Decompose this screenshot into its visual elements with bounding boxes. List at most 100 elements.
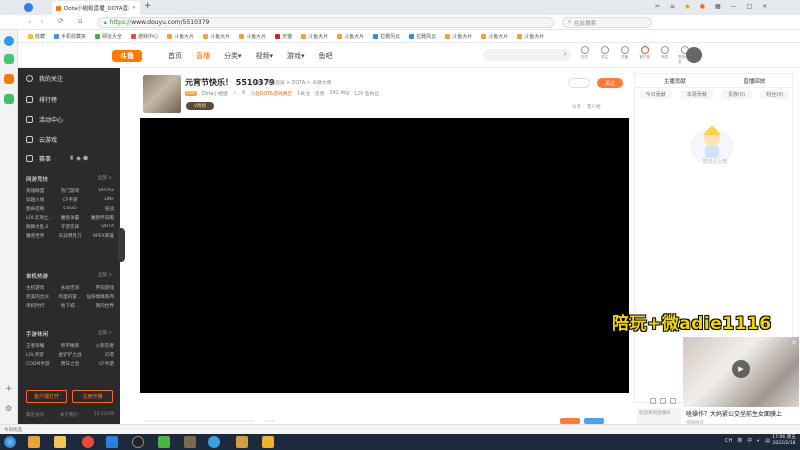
broadcast-icon[interactable]: 开播 [618, 46, 631, 65]
site-search-input[interactable]: ⌕ [483, 49, 571, 61]
back-icon[interactable]: ‹ [28, 17, 31, 26]
bookmark-item[interactable]: 斗鱼大片 [167, 33, 194, 40]
tray-lang[interactable]: CH [725, 438, 732, 444]
home-icon[interactable]: ⌂ [78, 17, 82, 25]
game-link[interactable]: 主机游戏 [26, 285, 55, 291]
game-link[interactable]: CODM手游 [26, 361, 55, 367]
nav-category[interactable]: 分类▾ [224, 51, 242, 61]
game-link[interactable]: 守望先锋 [55, 224, 84, 230]
game-link[interactable]: 热门游戏 [55, 188, 84, 194]
game-link[interactable]: 魔兽怀旧服 [85, 215, 114, 221]
game-link[interactable]: 金铲铲之战 [55, 352, 84, 358]
music-app-icon[interactable] [82, 436, 94, 448]
add-icon[interactable]: + [5, 384, 13, 394]
forward-icon[interactable]: › [40, 17, 43, 26]
game-link[interactable]: DOTA [85, 224, 114, 230]
share-button[interactable] [568, 78, 590, 88]
bookmark-item[interactable]: 拉雅风云 [373, 33, 400, 40]
shield-icon[interactable]: ◆ [685, 3, 690, 10]
game-icon[interactable] [4, 74, 14, 84]
game-link[interactable]: 完美的合伙 [26, 294, 55, 300]
game-link[interactable]: CF手游 [55, 197, 84, 203]
browser-tab-active[interactable]: Dota小姐姐直播_DOTA直播 ✕ [52, 1, 140, 15]
anchor-name[interactable]: Dota小姐姐 [202, 90, 228, 97]
user-avatar[interactable] [686, 47, 702, 63]
start-broadcast-button[interactable]: 注册开播 [72, 390, 113, 403]
files-app-icon[interactable] [54, 436, 66, 448]
message-icon[interactable]: 消息 [658, 46, 671, 65]
start-button-icon[interactable] [4, 436, 16, 448]
cut-icon[interactable]: ✂ [655, 3, 660, 10]
refresh-icon[interactable]: ⟳ [58, 17, 64, 25]
status-text[interactable]: 今日优选 [4, 427, 22, 433]
game-link[interactable]: APEX英雄 [85, 233, 114, 239]
bookmark-item[interactable]: 斗鱼大片 [481, 33, 508, 40]
game-link[interactable]: LOL手游 [26, 352, 55, 358]
game-link[interactable]: 魔兽世界 [26, 233, 55, 239]
follow-button[interactable]: 关注 [597, 78, 623, 88]
video-app-icon[interactable] [106, 436, 118, 448]
game-link[interactable]: CF手游 [85, 361, 114, 367]
close-icon[interactable]: ✕ [791, 339, 797, 347]
bookmark-item[interactable]: 游戏中心 [131, 33, 158, 40]
tab-week[interactable]: 本周贡献 [680, 90, 713, 99]
game-link[interactable]: 仙侠情缘系列 [85, 294, 114, 300]
game-link[interactable]: 魔兽争霸 [55, 215, 84, 221]
expand-icon[interactable] [670, 398, 676, 404]
client-icon[interactable]: 客户端 [638, 46, 651, 65]
bookmark-item[interactable]: 斗鱼大片 [445, 33, 472, 40]
game-link[interactable]: 逆战 [85, 206, 114, 212]
game-link[interactable]: 王者荣耀 [26, 343, 55, 349]
douyu-logo[interactable]: 斗鱼 [112, 50, 142, 62]
side-collapse-handle[interactable] [118, 228, 125, 262]
game-link[interactable]: 和平精英 [55, 343, 84, 349]
game-link[interactable]: 火影忍者 [85, 343, 114, 349]
nav-live[interactable]: 直播 [196, 51, 210, 61]
nav-fishbar[interactable]: 鱼吧 [319, 51, 333, 61]
question-app-icon[interactable] [262, 436, 274, 448]
tray-ime[interactable]: 英 [737, 437, 742, 444]
browser-logo-icon[interactable] [24, 3, 33, 12]
bookmark-item[interactable]: 拉雅风云 [409, 33, 436, 40]
nav-video[interactable]: 视频▾ [256, 51, 274, 61]
address-bar[interactable]: 🔒︎ https:// www.douyu.com/5510379 [97, 17, 554, 28]
tray-ime2[interactable]: 中 [747, 437, 752, 444]
minimize-button[interactable]: — [731, 3, 737, 10]
game-link[interactable]: CSGO [55, 206, 84, 212]
client-link[interactable]: 客户端 [587, 104, 601, 110]
side-item-rank[interactable]: 排行榜 [26, 95, 57, 104]
video-player[interactable] [140, 118, 629, 393]
tabs-grid-icon[interactable]: ▦ [715, 3, 721, 10]
gift-icon[interactable] [650, 398, 656, 404]
game-app-icon[interactable] [184, 436, 196, 448]
side-item-events[interactable]: 活动中心 [26, 115, 63, 124]
bookmark-item[interactable]: 手机收藏夹 [54, 33, 86, 40]
ie-icon[interactable] [4, 36, 14, 46]
tab-noble[interactable]: 贵族(0) [722, 90, 752, 99]
bookmark-item[interactable]: 斗鱼大片 [239, 33, 266, 40]
settings-icon[interactable]: ⚙ [5, 404, 12, 413]
orange-ext-icon[interactable]: ● [700, 3, 705, 10]
new-tab-button[interactable]: + [144, 1, 152, 11]
anchor-avatar[interactable] [143, 75, 181, 113]
maximize-button[interactable]: □ [747, 3, 753, 10]
event-link[interactable]: 斗鱼DOTA游戏赛区 [250, 90, 292, 97]
system-clock[interactable]: 17:06 周五 2022/2/18 [772, 435, 796, 447]
game-link[interactable]: 明日之后 [55, 361, 84, 367]
feedback-link[interactable]: 反馈 [315, 90, 325, 97]
bookmark-item[interactable]: 斗鱼大片 [301, 33, 328, 40]
fans-link[interactable]: 1关注 [297, 90, 310, 97]
close-window-button[interactable]: ✕ [762, 3, 767, 10]
bookmark-item[interactable]: 斗鱼大片 [517, 33, 544, 40]
obs-app-icon[interactable] [132, 436, 144, 448]
game-link[interactable]: 使命召唤 [26, 206, 55, 212]
game-link[interactable]: 我的世界 [85, 303, 114, 309]
follow-icon[interactable]: 关注 [598, 46, 611, 65]
tab-close-icon[interactable]: ✕ [132, 5, 136, 11]
category-breadcrumb[interactable]: 网游竞技 > DOTA > 天梯大师 [266, 79, 332, 86]
game-link[interactable]: 鸡蛋的冒… [55, 294, 84, 300]
network-icon[interactable]: ▤ [765, 438, 770, 444]
game-link[interactable]: 天涯明月刀 [55, 233, 84, 239]
volume-icon[interactable]: 🔈︎ [757, 438, 760, 444]
nav-game[interactable]: 游戏▾ [287, 51, 305, 61]
